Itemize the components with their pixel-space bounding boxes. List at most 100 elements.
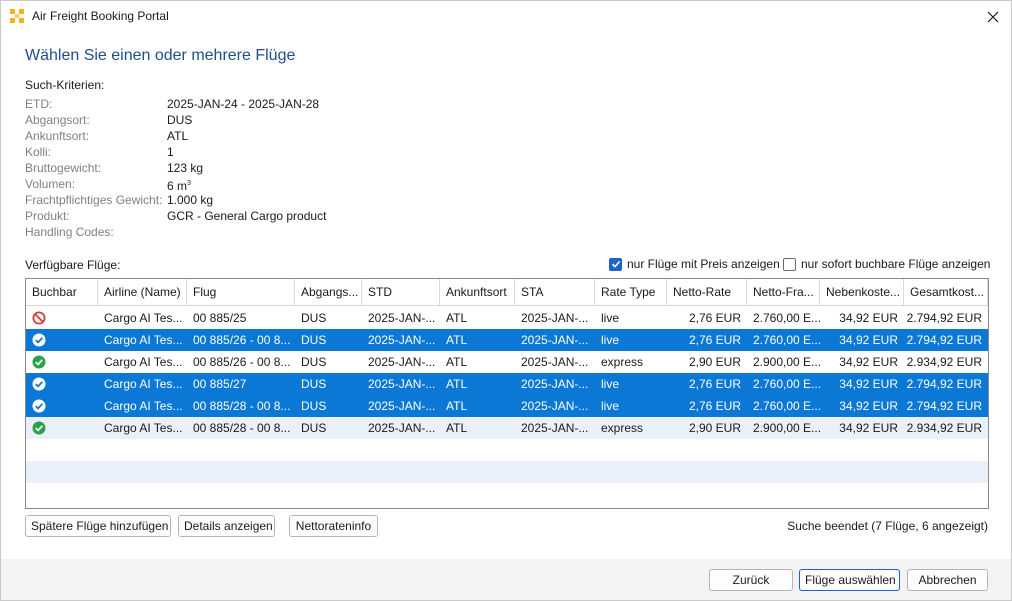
column-header-bookable[interactable]: Buchbar bbox=[26, 279, 98, 305]
column-header-surcharges[interactable]: Nebenkoste... bbox=[820, 279, 904, 305]
cancel-button[interactable]: Abbrechen bbox=[907, 569, 988, 591]
table-row[interactable]: Cargo AI Tes... 00 885/26 - 00 8... DUS … bbox=[26, 351, 988, 373]
cell-rate-type: live bbox=[601, 311, 620, 325]
empty-row bbox=[26, 483, 988, 505]
window-title: Air Freight Booking Portal bbox=[32, 9, 169, 23]
volume-unit-exponent: 3 bbox=[187, 180, 191, 187]
criteria-label: Bruttogewicht: bbox=[25, 161, 102, 175]
empty-row bbox=[26, 461, 988, 483]
cell-sta: 2025-JAN-... bbox=[521, 399, 589, 413]
table-row[interactable]: Cargo AI Tes... 00 885/28 - 00 8... DUS … bbox=[26, 417, 988, 439]
cell-surcharges: 34,92 EUR bbox=[839, 333, 898, 347]
table-row[interactable]: Cargo AI Tes... 00 885/27 DUS 2025-JAN-.… bbox=[26, 373, 988, 395]
back-button[interactable]: Zurück bbox=[709, 569, 793, 591]
cell-flight: 00 885/27 bbox=[193, 377, 247, 391]
cell-airline: Cargo AI Tes... bbox=[104, 377, 183, 391]
cell-std: 2025-JAN-... bbox=[368, 377, 436, 391]
cell-sta: 2025-JAN-... bbox=[521, 377, 589, 391]
criteria-label: Volumen: bbox=[25, 177, 76, 191]
column-header-origin[interactable]: Abgangs... bbox=[295, 279, 362, 305]
cell-net-rate: 2,90 EUR bbox=[688, 421, 741, 435]
column-header-std[interactable]: STD bbox=[362, 279, 440, 305]
dialog-footer: Zurück Flüge auswählen Abbrechen bbox=[1, 559, 1011, 600]
criteria-label: Kolli: bbox=[25, 145, 52, 159]
cell-sta: 2025-JAN-... bbox=[521, 355, 589, 369]
cell-airline: Cargo AI Tes... bbox=[104, 421, 183, 435]
bookable-icon bbox=[32, 333, 46, 347]
cell-std: 2025-JAN-... bbox=[368, 333, 436, 347]
filter-bookable-checkbox[interactable]: nur sofort buchbare Flüge anzeigen bbox=[783, 257, 990, 271]
cell-airline: Cargo AI Tes... bbox=[104, 355, 183, 369]
column-header-total[interactable]: Gesamtkost... bbox=[904, 279, 988, 305]
cell-total: 2.934,92 EUR bbox=[906, 421, 982, 435]
cell-flight: 00 885/26 - 00 8... bbox=[193, 355, 291, 369]
column-header-net-rate[interactable]: Netto-Rate bbox=[667, 279, 747, 305]
table-row[interactable]: Cargo AI Tes... 00 885/25 DUS 2025-JAN-.… bbox=[26, 307, 988, 329]
column-header-destination[interactable]: Ankunftsort bbox=[440, 279, 515, 305]
cell-flight: 00 885/26 - 00 8... bbox=[193, 333, 291, 347]
bookable-icon bbox=[32, 355, 46, 369]
net-rate-info-button[interactable]: Nettorateninfo bbox=[289, 515, 378, 537]
cell-surcharges: 34,92 EUR bbox=[839, 377, 898, 391]
cell-rate-type: live bbox=[601, 377, 620, 391]
cell-sta: 2025-JAN-... bbox=[521, 333, 589, 347]
cell-flight: 00 885/25 bbox=[193, 311, 247, 325]
select-flights-button[interactable]: Flüge auswählen bbox=[799, 569, 900, 591]
column-header-sta[interactable]: STA bbox=[515, 279, 595, 305]
search-status: Suche beendet (7 Flüge, 6 angezeigt) bbox=[787, 519, 988, 533]
close-button[interactable] bbox=[975, 1, 1011, 32]
show-details-button[interactable]: Details anzeigen bbox=[178, 515, 275, 537]
bookable-icon bbox=[32, 421, 46, 435]
column-header-rate-type[interactable]: Rate Type bbox=[595, 279, 667, 305]
cell-net-rate: 2,76 EUR bbox=[688, 333, 741, 347]
cell-net-freight: 2.900,00 E... bbox=[753, 355, 820, 369]
cell-destination: ATL bbox=[446, 377, 468, 391]
cell-airline: Cargo AI Tes... bbox=[104, 399, 183, 413]
cell-std: 2025-JAN-... bbox=[368, 421, 436, 435]
criteria-label: Handling Codes: bbox=[25, 225, 114, 239]
cell-rate-type: live bbox=[601, 399, 620, 413]
table-row[interactable]: Cargo AI Tes... 00 885/26 - 00 8... DUS … bbox=[26, 329, 988, 351]
close-icon bbox=[987, 11, 999, 22]
cell-origin: DUS bbox=[301, 399, 327, 413]
cell-total: 2.794,92 EUR bbox=[906, 311, 982, 325]
cell-net-freight: 2.760,00 E... bbox=[753, 333, 820, 347]
cell-surcharges: 34,92 EUR bbox=[839, 421, 898, 435]
title-bar: Air Freight Booking Portal bbox=[1, 1, 1011, 32]
table-row[interactable]: Cargo AI Tes... 00 885/28 - 00 8... DUS … bbox=[26, 395, 988, 417]
cell-net-freight: 2.760,00 E... bbox=[753, 399, 820, 413]
cell-total: 2.794,92 EUR bbox=[906, 399, 982, 413]
bookable-icon bbox=[32, 399, 46, 413]
dialog-content: Wählen Sie einen oder mehrere Flüge Such… bbox=[1, 32, 1011, 559]
checkbox-box[interactable] bbox=[609, 257, 622, 271]
criteria-value: GCR - General Cargo product bbox=[167, 209, 327, 223]
checkbox-box[interactable] bbox=[783, 257, 796, 271]
filter-price-checkbox[interactable]: nur Flüge mit Preis anzeigen bbox=[609, 257, 780, 271]
cell-std: 2025-JAN-... bbox=[368, 311, 436, 325]
cell-net-freight: 2.760,00 E... bbox=[753, 377, 820, 391]
cell-sta: 2025-JAN-... bbox=[521, 421, 589, 435]
column-header-net-freight[interactable]: Netto-Fra... bbox=[747, 279, 820, 305]
cell-rate-type: express bbox=[601, 355, 644, 369]
cell-airline: Cargo AI Tes... bbox=[104, 333, 183, 347]
cell-origin: DUS bbox=[301, 333, 327, 347]
column-header-flight[interactable]: Flug bbox=[187, 279, 295, 305]
cell-rate-type: live bbox=[601, 333, 620, 347]
criteria-value: 1.000 kg bbox=[167, 193, 214, 207]
cell-destination: ATL bbox=[446, 399, 468, 413]
cell-net-rate: 2,76 EUR bbox=[688, 399, 741, 413]
cell-destination: ATL bbox=[446, 311, 468, 325]
cell-rate-type: express bbox=[601, 421, 644, 435]
cell-net-freight: 2.900,00 E... bbox=[753, 421, 820, 435]
dialog-window: Air Freight Booking Portal Wählen Sie ei… bbox=[0, 0, 1012, 601]
cell-flight: 00 885/28 - 00 8... bbox=[193, 421, 291, 435]
criteria-label: Produkt: bbox=[25, 209, 70, 223]
cell-destination: ATL bbox=[446, 333, 468, 347]
page-title: Wählen Sie einen oder mehrere Flüge bbox=[25, 47, 296, 64]
add-later-flights-button[interactable]: Spätere Flüge hinzufügen bbox=[25, 515, 171, 537]
cell-origin: DUS bbox=[301, 421, 327, 435]
column-header-airline[interactable]: Airline (Name) bbox=[98, 279, 187, 305]
criteria-label: Abgangsort: bbox=[25, 113, 90, 127]
cell-origin: DUS bbox=[301, 377, 327, 391]
available-flights-label: Verfügbare Flüge: bbox=[25, 258, 121, 272]
